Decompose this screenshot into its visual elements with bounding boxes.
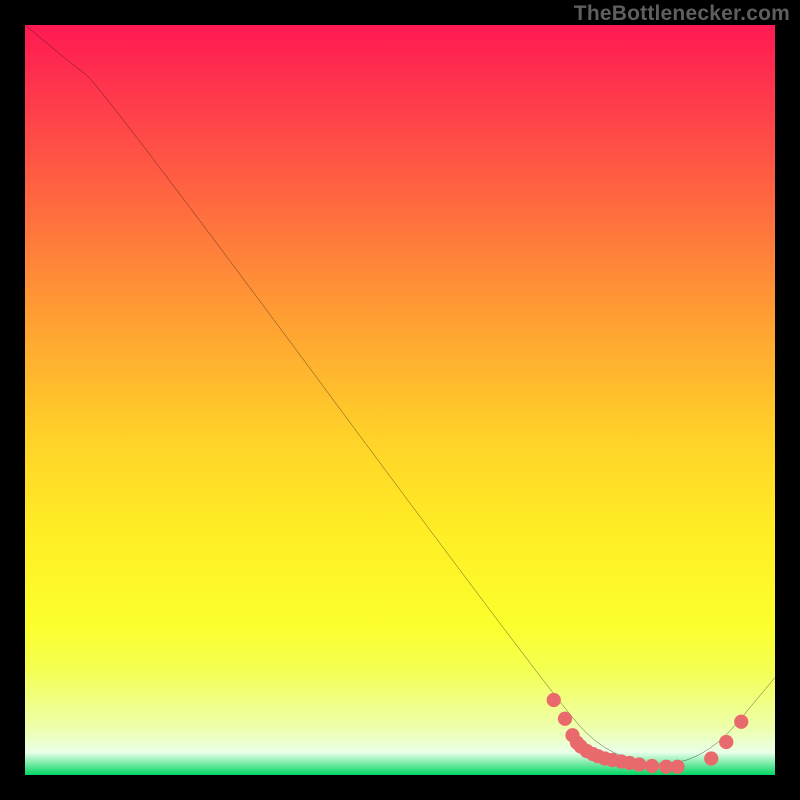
marker-dot [670, 760, 684, 774]
attribution-label: TheBottlenecker.com [574, 2, 790, 26]
marker-group [547, 693, 749, 774]
chart-frame: TheBottlenecker.com [0, 0, 800, 800]
marker-dot [645, 759, 659, 773]
plot-area [25, 25, 775, 775]
marker-dot [547, 693, 561, 707]
marker-dot [719, 735, 733, 749]
marker-dot [704, 751, 718, 765]
marker-dot [632, 757, 646, 771]
bottleneck-curve-path [25, 25, 775, 764]
marker-dot [734, 715, 748, 729]
chart-svg [25, 25, 775, 775]
marker-dot [558, 712, 572, 726]
